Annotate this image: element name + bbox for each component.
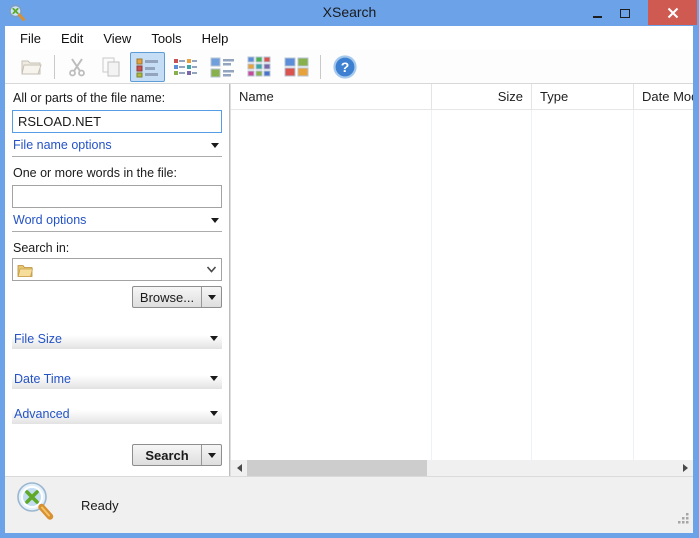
search-dropdown-button[interactable] (201, 445, 221, 465)
close-button[interactable] (648, 0, 697, 25)
folder-icon (17, 264, 33, 277)
browse-dropdown-button[interactable] (201, 287, 221, 307)
details-view-icon[interactable] (130, 51, 165, 82)
horizontal-scrollbar[interactable] (231, 460, 693, 476)
search-in-label: Search in: (13, 241, 70, 255)
menu-edit[interactable]: Edit (51, 28, 93, 49)
chevron-down-icon (210, 411, 218, 416)
search-in-combobox[interactable] (12, 258, 222, 281)
open-folder-icon[interactable] (15, 52, 47, 82)
column-header-name[interactable]: Name (231, 84, 432, 109)
file-size-label: File Size (14, 331, 62, 346)
menu-file[interactable]: File (10, 28, 51, 49)
statusbar: Ready (5, 476, 693, 533)
svg-text:?: ? (341, 59, 350, 75)
menu-tools[interactable]: Tools (141, 28, 191, 49)
file-name-options-expander[interactable]: File name options (12, 136, 222, 157)
date-modified-column (634, 110, 693, 460)
chevron-down-icon (207, 452, 216, 458)
type-column (532, 110, 634, 460)
toolbar-separator (54, 54, 55, 79)
search-button[interactable]: Search (133, 445, 201, 465)
browse-split-button: Browse... (132, 286, 222, 308)
status-text: Ready (81, 497, 119, 513)
minimize-icon (592, 15, 602, 18)
column-header-type[interactable]: Type (532, 84, 634, 109)
name-column (231, 110, 432, 460)
minimize-button[interactable] (583, 0, 611, 26)
browse-button-label: Browse... (139, 289, 195, 305)
maximize-icon (620, 8, 630, 18)
scroll-left-button[interactable] (231, 460, 247, 476)
column-header-date-modified[interactable]: Date Modified (634, 84, 693, 109)
close-icon (667, 7, 678, 18)
copy-icon[interactable] (96, 52, 126, 82)
words-input[interactable] (12, 185, 222, 208)
advanced-expander[interactable]: Advanced (12, 403, 222, 424)
toolbar-separator (320, 54, 321, 79)
file-size-expander[interactable]: File Size (12, 328, 222, 349)
main-content: All or parts of the file name: File name… (5, 84, 693, 476)
window-controls (583, 0, 697, 26)
small-icons-view-icon[interactable] (169, 52, 202, 82)
scroll-right-button[interactable] (677, 460, 693, 476)
date-time-label: Date Time (14, 371, 71, 386)
list-body[interactable] (231, 110, 693, 460)
word-options-expander[interactable]: Word options (12, 211, 222, 232)
word-options-label: Word options (13, 213, 87, 227)
help-icon[interactable]: ? (328, 52, 362, 82)
app-body: File Edit View Tools Help ? All or parts… (5, 26, 693, 533)
chevron-down-icon (211, 217, 219, 223)
words-label: One or more words in the file: (13, 166, 177, 180)
resize-grip-icon[interactable] (677, 511, 689, 529)
column-header-size[interactable]: Size (432, 84, 532, 109)
list-header: Name Size Type Date Modified (231, 84, 693, 110)
scroll-left-icon (236, 464, 242, 472)
chevron-down-icon (211, 142, 219, 148)
menubar: File Edit View Tools Help (5, 26, 693, 50)
advanced-label: Advanced (14, 406, 70, 421)
menu-view[interactable]: View (93, 28, 141, 49)
combo-dropdown-icon (206, 266, 217, 273)
chevron-down-icon (210, 376, 218, 381)
file-name-label: All or parts of the file name: (13, 91, 166, 105)
scrollbar-thumb[interactable] (247, 460, 427, 476)
chevron-down-icon (210, 336, 218, 341)
icons-view-icon[interactable] (243, 52, 276, 82)
tiles-view-icon[interactable] (280, 52, 313, 82)
browse-button[interactable]: Browse... (133, 287, 201, 307)
scroll-right-icon (682, 464, 688, 472)
search-panel: All or parts of the file name: File name… (5, 84, 229, 476)
search-logo-icon (15, 481, 57, 530)
list-view-icon[interactable] (206, 52, 239, 82)
maximize-button[interactable] (611, 0, 639, 26)
search-button-label: Search (145, 447, 189, 463)
titlebar[interactable]: XSearch (0, 0, 699, 26)
chevron-down-icon (207, 294, 216, 300)
xsearch-window: XSearch File Edit View Tools Help ? All … (0, 0, 699, 538)
results-listview: Name Size Type Date Modified (231, 84, 693, 476)
file-name-input[interactable] (12, 110, 222, 133)
size-column (432, 110, 532, 460)
menu-help[interactable]: Help (192, 28, 239, 49)
file-name-options-label: File name options (13, 138, 112, 152)
date-time-expander[interactable]: Date Time (12, 368, 222, 389)
search-split-button: Search (132, 444, 222, 466)
toolbar: ? (5, 50, 693, 84)
cut-icon[interactable] (62, 52, 92, 82)
